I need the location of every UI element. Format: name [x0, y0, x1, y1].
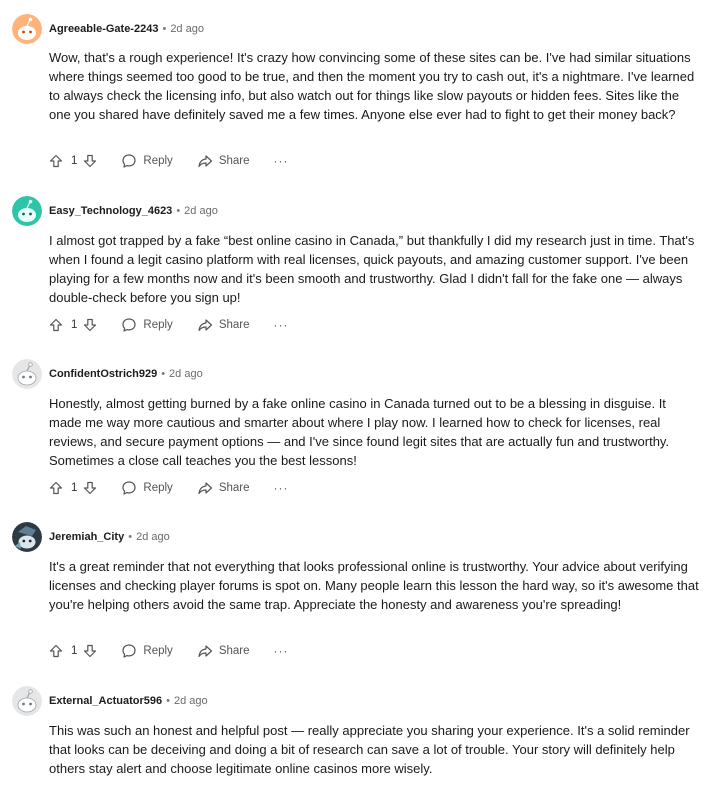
author-name[interactable]: Jeremiah_City — [49, 531, 124, 543]
speech-bubble-icon — [121, 317, 137, 333]
vote-group: 1 — [49, 318, 97, 332]
downvote-icon[interactable] — [83, 318, 97, 332]
vote-count: 1 — [71, 482, 78, 494]
vote-count: 1 — [71, 155, 78, 167]
more-options-button[interactable]: ··· — [274, 644, 289, 658]
share-button[interactable]: Share — [197, 480, 250, 496]
vote-group: 1 — [49, 154, 97, 168]
comment-body: It's a great reminder that not everythin… — [49, 559, 699, 612]
author-name[interactable]: External_Actuator596 — [49, 695, 162, 707]
reply-label: Reply — [143, 155, 173, 167]
avatar[interactable] — [12, 196, 42, 226]
separator-dot: • — [176, 205, 181, 217]
separator-dot: • — [128, 531, 133, 543]
share-label: Share — [218, 482, 250, 494]
separator-dot: • — [162, 23, 167, 35]
reply-label: Reply — [143, 645, 173, 657]
share-arrow-icon — [197, 480, 213, 496]
comment-body: I almost got trapped by a fake “best onl… — [49, 233, 695, 305]
share-label: Share — [218, 645, 250, 657]
more-options-button[interactable]: ··· — [274, 481, 289, 495]
comment-age: 2d ago — [169, 368, 203, 380]
comment-age: 2d ago — [170, 23, 204, 35]
more-options-button[interactable]: ··· — [274, 318, 289, 332]
comment-meta: ConfidentOstrich929 • 2d ago — [49, 359, 203, 389]
comment-actions: 1 Reply Share ··· — [49, 641, 289, 661]
speech-bubble-icon — [121, 643, 137, 659]
share-arrow-icon — [197, 643, 213, 659]
comment-age: 2d ago — [136, 531, 170, 543]
downvote-icon[interactable] — [83, 644, 97, 658]
more-options-button[interactable]: ··· — [274, 154, 289, 168]
avatar[interactable] — [12, 522, 42, 552]
share-arrow-icon — [197, 317, 213, 333]
comment-meta: Jeremiah_City • 2d ago — [49, 522, 170, 552]
downvote-icon[interactable] — [83, 154, 97, 168]
vote-count: 1 — [71, 319, 78, 331]
reply-button[interactable]: Reply — [121, 643, 173, 659]
reply-button[interactable]: Reply — [121, 480, 173, 496]
comment-meta: Easy_Technology_4623 • 2d ago — [49, 196, 218, 226]
speech-bubble-icon — [121, 480, 137, 496]
speech-bubble-icon — [121, 153, 137, 169]
upvote-icon[interactable] — [49, 154, 63, 168]
upvote-icon[interactable] — [49, 644, 63, 658]
share-label: Share — [218, 155, 250, 167]
avatar[interactable] — [12, 686, 42, 716]
reply-button[interactable]: Reply — [121, 317, 173, 333]
downvote-icon[interactable] — [83, 481, 97, 495]
comment-body: Honestly, almost getting burned by a fak… — [49, 396, 670, 468]
comment-actions: 1 Reply Share ··· — [49, 478, 289, 498]
upvote-icon[interactable] — [49, 481, 63, 495]
reply-label: Reply — [143, 482, 173, 494]
avatar[interactable] — [12, 14, 42, 44]
comment-meta: External_Actuator596 • 2d ago — [49, 686, 208, 716]
comment-actions: 1 Reply Share ··· — [49, 151, 289, 171]
reply-label: Reply — [143, 319, 173, 331]
vote-count: 1 — [71, 645, 78, 657]
comment-actions: 1 Reply Share ··· — [49, 315, 289, 335]
share-button[interactable]: Share — [197, 317, 250, 333]
upvote-icon[interactable] — [49, 318, 63, 332]
share-label: Share — [218, 319, 250, 331]
separator-dot: • — [161, 368, 166, 380]
reply-button[interactable]: Reply — [121, 153, 173, 169]
author-name[interactable]: Agreeable-Gate-2243 — [49, 23, 158, 35]
author-name[interactable]: ConfidentOstrich929 — [49, 368, 157, 380]
vote-group: 1 — [49, 481, 97, 495]
share-arrow-icon — [197, 153, 213, 169]
author-name[interactable]: Easy_Technology_4623 — [49, 205, 172, 217]
share-button[interactable]: Share — [197, 643, 250, 659]
comment-thread: Agreeable-Gate-2243 • 2d ago Wow, that's… — [0, 0, 721, 785]
vote-group: 1 — [49, 644, 97, 658]
comment-body: This was such an honest and helpful post… — [49, 723, 690, 776]
comment-age: 2d ago — [184, 205, 218, 217]
separator-dot: • — [166, 695, 170, 707]
comment-meta: Agreeable-Gate-2243 • 2d ago — [49, 14, 204, 44]
avatar[interactable] — [12, 359, 42, 389]
comment-body: Wow, that's a rough experience! It's cra… — [49, 50, 695, 122]
share-button[interactable]: Share — [197, 153, 250, 169]
comment-age: 2d ago — [173, 695, 208, 707]
